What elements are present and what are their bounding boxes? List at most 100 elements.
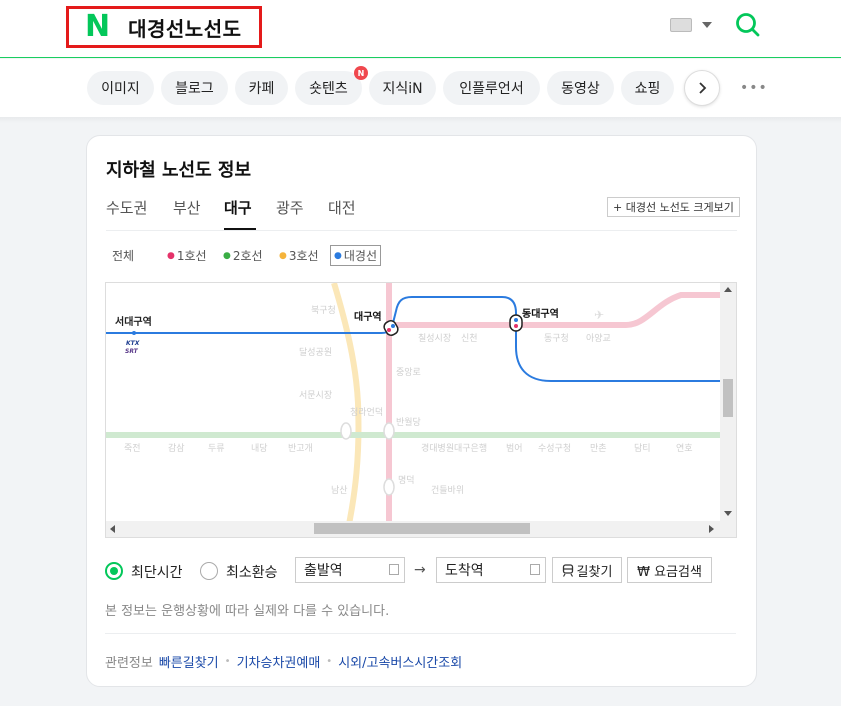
city-tab-gwangju[interactable]: 광주 [276, 197, 304, 218]
find-route-label: 길찾기 [576, 564, 613, 580]
station-label: 신천 [461, 333, 478, 344]
tab-blog[interactable]: 블로그 [161, 71, 228, 105]
filter-line2[interactable]: ● 2호선 [223, 247, 263, 264]
train-icon [562, 563, 573, 577]
find-route-button[interactable]: 길찾기 [552, 557, 622, 583]
top-header: N 대경선노선도 [0, 0, 841, 58]
station-label: 아양교 [586, 333, 611, 344]
scroll-thumb[interactable] [314, 523, 530, 534]
train-ticket-link[interactable]: 기차승차권예매 [237, 652, 321, 671]
fast-route-link[interactable]: 빠른길찾기 [159, 652, 219, 671]
more-icon[interactable]: ••• [740, 80, 768, 96]
station-label: 달성공원 [299, 346, 332, 358]
scroll-right-icon[interactable] [709, 525, 714, 533]
new-badge: N [354, 66, 368, 80]
tab-influencer[interactable]: 인플루언서 [443, 71, 540, 105]
filter-daegyeong[interactable]: ● 대경선 [330, 245, 381, 266]
city-tab-busan[interactable]: 부산 [173, 197, 201, 218]
notice-text: 본 정보는 운행상황에 따라 실제와 다를 수 있습니다. [105, 604, 390, 619]
station-label: 반월당 [396, 416, 421, 428]
daegu-station-node[interactable] [382, 319, 399, 337]
search-icon[interactable] [733, 10, 763, 40]
station-label: 내당 [251, 443, 268, 454]
daegu-station-label[interactable]: 대구역 [354, 310, 382, 323]
scroll-thumb[interactable] [723, 379, 733, 417]
subway-map[interactable]: 북구청 달성공원 서문시장 청라언덕 반월당 중앙로 칠성시장 신천 동구청 아… [105, 282, 737, 538]
map-canvas: 북구청 달성공원 서문시장 청라언덕 반월당 중앙로 칠성시장 신천 동구청 아… [106, 283, 736, 537]
scroll-up-icon[interactable] [724, 287, 732, 292]
search-box[interactable]: N 대경선노선도 [66, 6, 262, 48]
filter-label: 대경선 [343, 249, 377, 263]
min-transfer-label[interactable]: 최소환승 [226, 562, 278, 582]
daegyeong-dot-icon [391, 324, 395, 328]
line3-dot-icon: ● [279, 250, 287, 261]
enlarge-map-button[interactable]: + 대경선 노선도 크게보기 [607, 197, 740, 217]
list-icon[interactable] [530, 564, 540, 575]
chevron-right-icon [699, 82, 707, 94]
min-transfer-radio[interactable] [200, 562, 218, 580]
filter-label: 3호선 [288, 249, 319, 263]
line1-dot-icon [387, 328, 391, 332]
city-tab-capital[interactable]: 수도권 [106, 197, 147, 218]
dongdaegu-station-node[interactable] [509, 314, 523, 332]
filter-label: 1호선 [176, 249, 207, 263]
fastest-label[interactable]: 최단시간 [131, 562, 183, 582]
transfer-node [340, 422, 352, 440]
tab-kin[interactable]: 지식iN [369, 71, 436, 105]
map-vertical-scrollbar[interactable] [720, 283, 736, 521]
tabs-next-button[interactable] [684, 70, 720, 106]
station-label: 두류 [208, 443, 225, 454]
station-label: 북구청 [311, 305, 336, 316]
tab-label: 블로그 [175, 81, 214, 97]
station-label: 담티 [634, 442, 651, 454]
tab-label: 이미지 [101, 81, 140, 97]
naver-logo[interactable]: N [85, 12, 110, 42]
filter-line1[interactable]: ● 1호선 [167, 247, 207, 264]
bus-timetable-link[interactable]: 시외/고속버스시간조회 [338, 652, 462, 671]
city-tab-daegu[interactable]: 대구 [224, 197, 252, 218]
departure-station-input[interactable]: 출발역 [295, 557, 405, 583]
station-label: 반고개 [288, 443, 313, 454]
tab-label: 인플루언서 [459, 81, 524, 97]
station-label: 남산 [331, 485, 348, 496]
tab-cafe[interactable]: 카페 [235, 71, 288, 105]
station-label: 죽전 [124, 443, 141, 454]
transfer-node [383, 478, 395, 496]
separator-dot: • [224, 656, 231, 667]
search-query[interactable]: 대경선노선도 [128, 13, 241, 42]
divider [105, 633, 736, 634]
tab-label: 쇼핑 [634, 81, 661, 97]
list-icon[interactable] [389, 564, 399, 575]
scroll-down-icon[interactable] [724, 511, 732, 516]
arrival-station-input[interactable]: 도착역 [436, 557, 546, 583]
line2-dot-icon: ● [223, 250, 231, 261]
filter-all[interactable]: 전체 [112, 247, 134, 264]
fare-search-button[interactable]: ₩ 요금검색 [627, 557, 712, 583]
divider [106, 230, 737, 231]
srt-logo: SRT [125, 348, 139, 355]
seodaegu-station-label[interactable]: 서대구역 [115, 315, 152, 328]
station-label: 건들바위 [431, 485, 464, 496]
chevron-down-icon[interactable] [702, 22, 712, 28]
station-label: 수성구청 [538, 443, 571, 454]
tab-shortents[interactable]: 숏텐츠 N [295, 66, 368, 105]
seodaegu-station-node[interactable] [132, 331, 136, 335]
tab-shopping[interactable]: 쇼핑 [621, 71, 674, 105]
city-tab-daejeon[interactable]: 대전 [328, 197, 356, 218]
fastest-radio[interactable] [105, 562, 123, 580]
tab-video[interactable]: 동영상 [547, 71, 614, 105]
station-label: 연호 [676, 443, 693, 454]
daegyeong-dot-icon [514, 318, 518, 322]
keyboard-icon[interactable] [670, 18, 692, 32]
filter-line3[interactable]: ● 3호선 [279, 247, 319, 264]
dongdaegu-station-label[interactable]: 동대구역 [522, 307, 559, 320]
tab-images[interactable]: 이미지 [87, 71, 154, 105]
fare-search-label: ₩ 요금검색 [637, 564, 702, 580]
scroll-left-icon[interactable] [110, 525, 115, 533]
tab-label: 지식iN [382, 81, 423, 97]
map-horizontal-scrollbar[interactable] [106, 521, 736, 537]
station-label: 경대병원 [421, 442, 454, 454]
card-title: 지하철 노선도 정보 [106, 160, 252, 181]
filter-label: 2호선 [232, 249, 263, 263]
line1-east-path [389, 292, 736, 328]
